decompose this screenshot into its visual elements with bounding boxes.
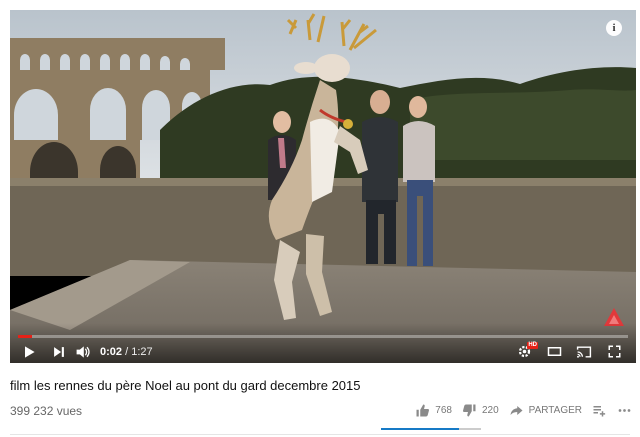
time-display: 0:02 / 1:27: [100, 346, 153, 358]
more-icon: [618, 409, 631, 412]
volume-icon: [76, 345, 90, 358]
view-count: 399 232 vues: [10, 404, 83, 418]
settings-button[interactable]: HD: [514, 341, 538, 362]
duration: 1:27: [131, 345, 153, 358]
cast-button[interactable]: [574, 342, 594, 362]
page: i 0:02 / 1:27 HD film les rennes du père…: [0, 0, 640, 437]
add-to-playlist-icon: [593, 406, 606, 417]
video-player[interactable]: i 0:02 / 1:27 HD: [10, 10, 636, 363]
dislike-button[interactable]: 220: [462, 403, 499, 418]
play-button[interactable]: [10, 342, 48, 362]
next-button[interactable]: [48, 342, 70, 362]
time-separator: /: [122, 345, 132, 358]
play-icon: [25, 345, 35, 358]
like-button[interactable]: 768: [415, 403, 452, 418]
add-to-playlist-button[interactable]: [592, 403, 607, 418]
theater-mode-button[interactable]: [544, 342, 564, 362]
video-frame[interactable]: [10, 10, 636, 363]
action-bar: 768 220 PARTAGER: [415, 403, 632, 418]
progress-played: [18, 335, 33, 338]
like-icon: [416, 404, 430, 417]
right-controls: HD: [514, 341, 636, 362]
more-button[interactable]: [617, 403, 632, 418]
info-icon[interactable]: i: [606, 20, 622, 36]
sentiment-bar: [381, 428, 481, 430]
share-icon: [510, 406, 523, 415]
next-icon: [54, 346, 64, 357]
share-button[interactable]: PARTAGER: [509, 403, 582, 418]
volume-button[interactable]: [70, 342, 96, 362]
dislike-icon: [462, 404, 476, 417]
like-count: 768: [435, 405, 452, 416]
cast-icon: [576, 345, 592, 358]
fullscreen-button[interactable]: [604, 342, 624, 362]
video-title: film les rennes du père Noel au pont du …: [10, 378, 361, 393]
share-label: PARTAGER: [528, 405, 582, 416]
sentiment-like-portion: [381, 428, 459, 430]
divider: [10, 434, 630, 435]
progress-bar[interactable]: [18, 335, 628, 338]
player-controls: 0:02 / 1:27 HD: [10, 340, 636, 363]
dislike-count: 220: [481, 405, 499, 416]
fullscreen-icon: [608, 345, 620, 358]
current-time: 0:02: [100, 345, 123, 358]
hd-badge: HD: [527, 341, 538, 349]
theater-icon: [547, 347, 561, 356]
